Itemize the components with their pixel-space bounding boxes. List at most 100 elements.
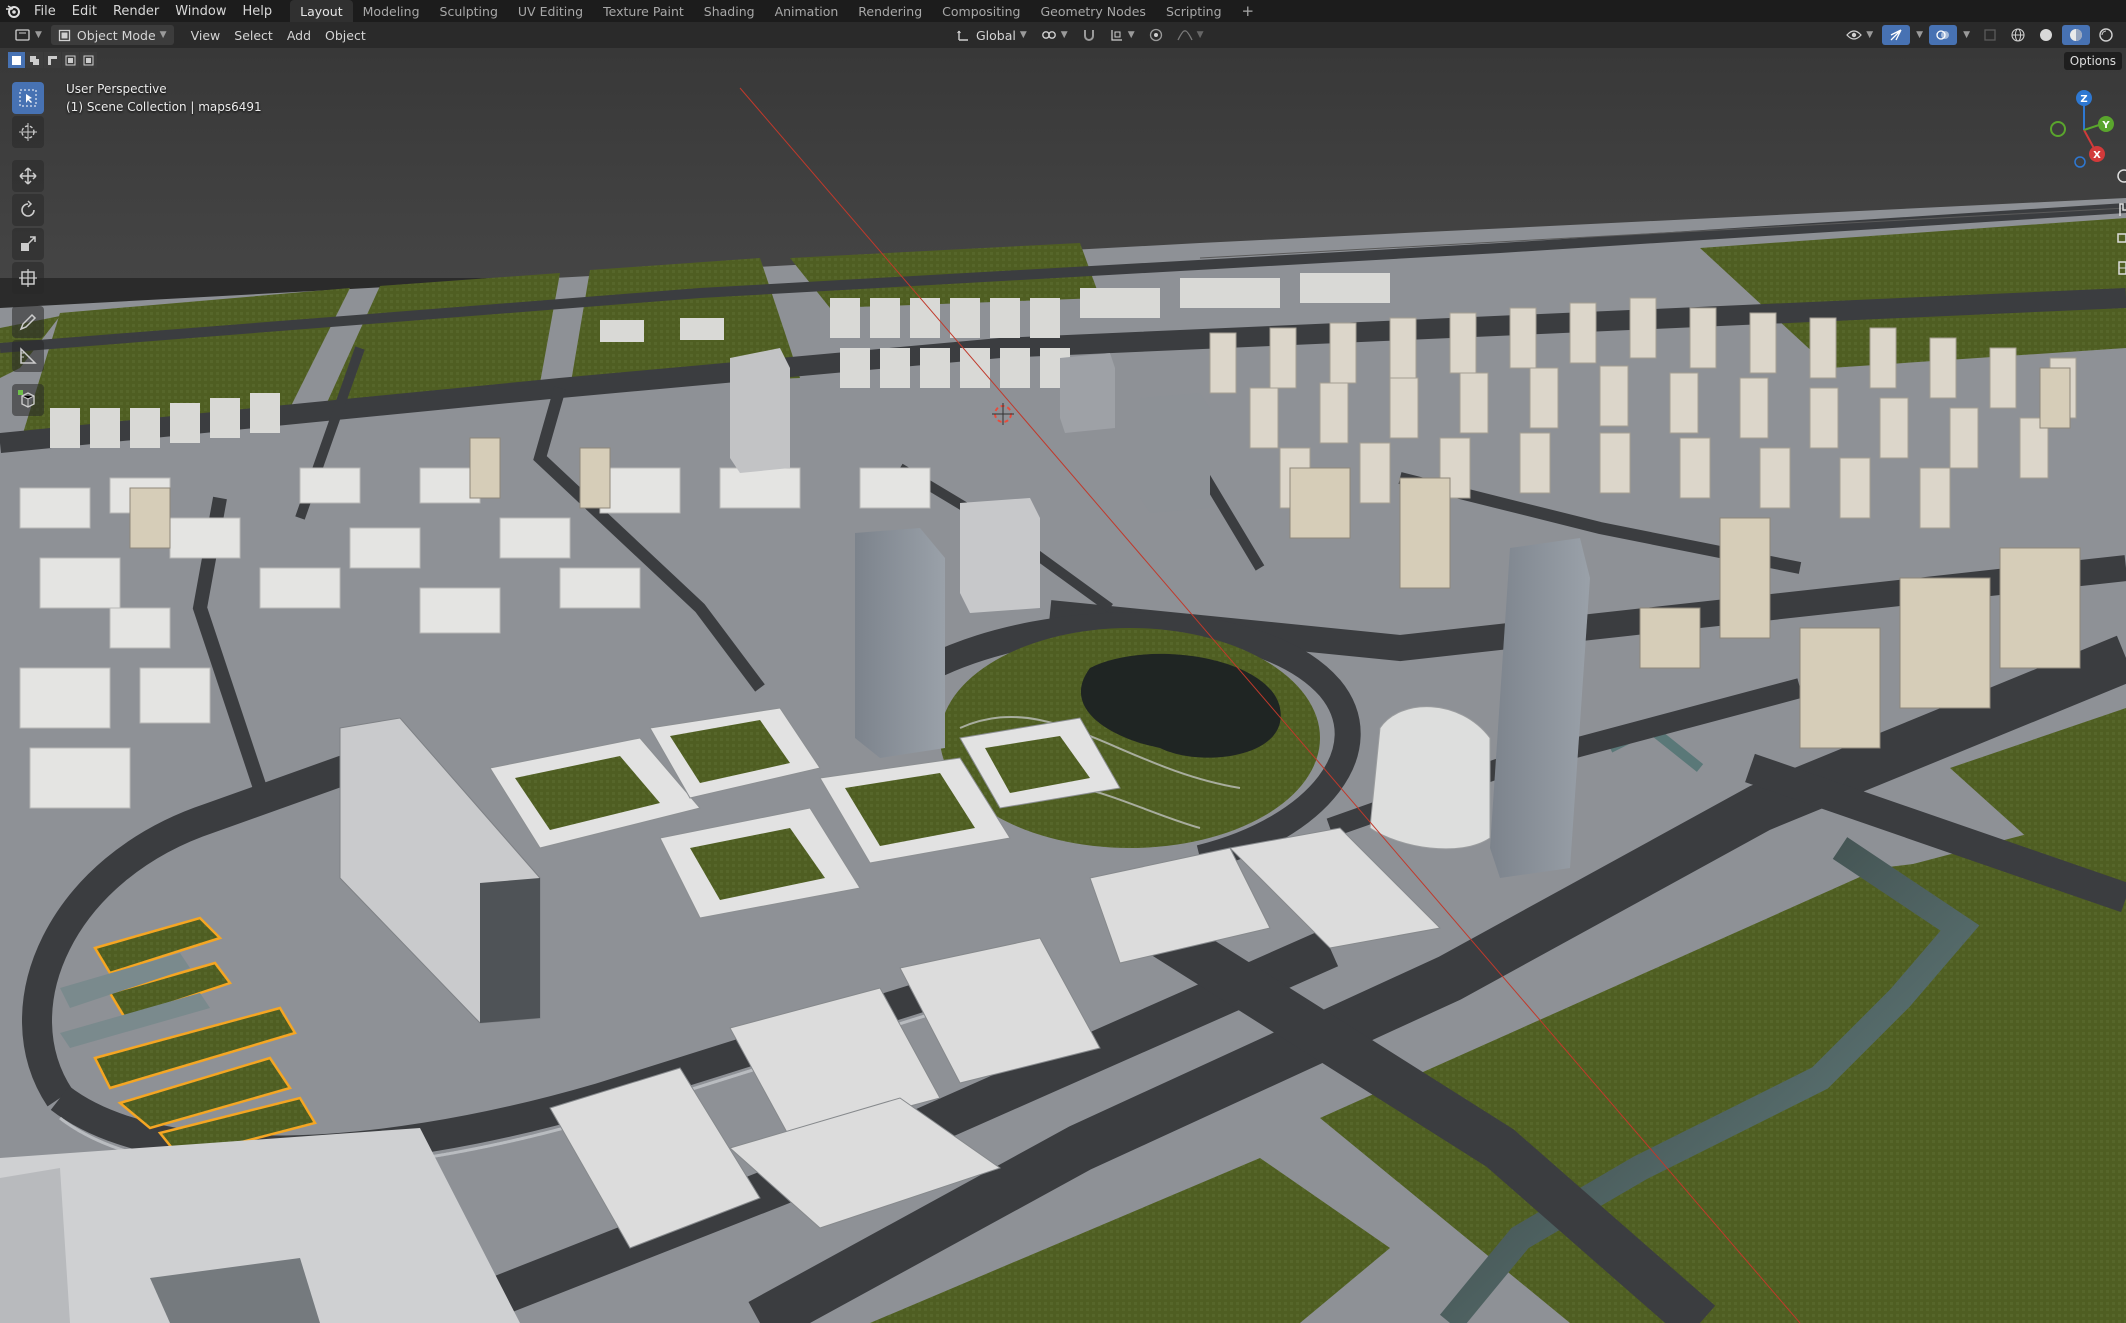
tab-animation[interactable]: Animation	[765, 0, 849, 22]
tab-texture-paint[interactable]: Texture Paint	[593, 0, 694, 22]
tool-rotate[interactable]	[12, 194, 44, 226]
falloff-button[interactable]: ▼	[1170, 25, 1211, 45]
add-workspace-button[interactable]: +	[1232, 0, 1265, 22]
tool-move[interactable]	[12, 160, 44, 192]
options-button[interactable]: Options	[2063, 52, 2122, 70]
overlay-toggle[interactable]	[1929, 25, 1958, 45]
menu-object[interactable]: Object	[318, 25, 373, 45]
tab-sculpting[interactable]: Sculpting	[430, 0, 508, 22]
chevron-down-icon: ▼	[1019, 30, 1027, 40]
proportional-edit-toggle[interactable]	[1142, 25, 1170, 45]
gizmo-x-label: X	[2093, 150, 2101, 161]
mode-label: Object Mode	[76, 27, 156, 43]
magnet-icon	[1083, 30, 1094, 41]
shading-rendered-button[interactable]	[2092, 25, 2120, 45]
transform-orientation-selector[interactable]: Global ▼	[950, 25, 1034, 45]
tab-shading[interactable]: Shading	[694, 0, 765, 22]
menu-edit[interactable]: Edit	[64, 4, 105, 19]
editor-type-icon	[15, 29, 30, 41]
xray-toggle[interactable]	[1976, 25, 2004, 45]
select-subtract-icon	[48, 55, 57, 65]
snap-toggle[interactable]	[1075, 25, 1103, 45]
link-icon	[1041, 31, 1056, 39]
viewport-nav-controls	[2114, 168, 2126, 278]
tab-uv-editing[interactable]: UV Editing	[508, 0, 593, 22]
wireframe-sphere-icon	[2011, 28, 2025, 42]
transform-icon	[19, 269, 37, 287]
city-scene[interactable]	[0, 48, 2126, 1323]
solid-sphere-icon	[2040, 29, 2052, 41]
select-subtract-button[interactable]	[44, 52, 61, 68]
tab-compositing[interactable]: Compositing	[932, 0, 1030, 22]
chevron-down-icon: ▼	[1196, 30, 1204, 40]
navigation-gizmo[interactable]: Z X Y	[2036, 82, 2116, 172]
pivot-point-button[interactable]: ▼	[1034, 25, 1075, 45]
snap-grid-icon	[1111, 30, 1122, 41]
selection-mode-buttons	[8, 52, 97, 68]
tab-geometry-nodes[interactable]: Geometry Nodes	[1031, 0, 1156, 22]
tool-add-cube[interactable]	[12, 384, 44, 416]
select-invert-icon	[65, 55, 76, 65]
editor-type-button[interactable]: ▼	[8, 25, 49, 45]
tool-annotate[interactable]	[12, 306, 44, 338]
material-sphere-icon	[2070, 29, 2082, 41]
pencil-icon	[19, 313, 37, 331]
workspace-tabs: Layout Modeling Sculpting UV Editing Tex…	[290, 0, 1264, 22]
menu-window[interactable]: Window	[167, 4, 234, 19]
plaza-building	[0, 1168, 70, 1323]
chevron-down-icon: ▼	[1060, 30, 1068, 40]
tool-select-box[interactable]	[12, 82, 44, 114]
tower	[1060, 353, 1115, 433]
blender-logo-icon[interactable]	[0, 0, 26, 22]
chevron-down-icon: ▼	[1866, 30, 1874, 40]
perspective-label: User Perspective	[66, 82, 167, 96]
tool-scale[interactable]	[12, 228, 44, 260]
menu-view[interactable]: View	[184, 25, 228, 45]
ruler-icon	[20, 347, 37, 364]
chevron-down-icon: ▼	[159, 30, 167, 40]
select-intersect-icon	[83, 55, 94, 65]
curved-building	[1369, 706, 1491, 850]
tool-measure[interactable]	[12, 340, 44, 372]
gizmo-neg-y-axis[interactable]	[2050, 121, 2066, 137]
chevron-down-icon[interactable]: ▼	[1916, 30, 1923, 40]
3d-viewport[interactable]: User Perspective (1) Scene Collection | …	[0, 48, 2126, 1323]
tab-layout[interactable]: Layout	[290, 0, 353, 22]
visibility-button[interactable]: ▼	[1839, 25, 1880, 45]
tool-transform[interactable]	[12, 262, 44, 294]
tool-cursor[interactable]	[12, 116, 44, 148]
add-cube-icon	[18, 390, 35, 408]
falloff-curve-icon	[1177, 30, 1193, 41]
select-invert-button[interactable]	[62, 52, 79, 68]
tab-modeling[interactable]: Modeling	[353, 0, 430, 22]
menu-add[interactable]: Add	[280, 25, 318, 45]
chevron-down-icon[interactable]: ▼	[1963, 30, 1970, 40]
menu-render[interactable]: Render	[105, 4, 167, 19]
menu-help[interactable]: Help	[235, 4, 281, 19]
select-extend-button[interactable]	[26, 52, 43, 68]
gizmo-toggle[interactable]	[1882, 25, 1911, 45]
camera-icon[interactable]	[2114, 228, 2126, 248]
shading-material-button[interactable]	[2062, 25, 2090, 45]
menu-select[interactable]: Select	[227, 25, 280, 45]
chevron-down-icon: ▼	[1127, 30, 1135, 40]
proportional-edit-icon	[1149, 28, 1162, 42]
zoom-icon[interactable]	[2114, 168, 2126, 188]
select-new-button[interactable]	[8, 52, 25, 68]
menu-file[interactable]: File	[26, 4, 64, 19]
object-mode-icon	[58, 29, 71, 41]
glass-skyscraper	[855, 528, 945, 758]
shading-wireframe-button[interactable]	[2004, 25, 2032, 45]
tower	[960, 498, 1040, 613]
gizmo-neg-z-axis[interactable]	[2074, 156, 2086, 168]
chevron-down-icon: ▼	[35, 30, 42, 40]
tab-scripting[interactable]: Scripting	[1156, 0, 1232, 22]
slab-building-side	[480, 878, 540, 1023]
snap-target-button[interactable]: ▼	[1103, 25, 1142, 45]
shading-solid-button[interactable]	[2032, 25, 2060, 45]
hand-pan-icon[interactable]	[2114, 198, 2126, 218]
select-intersect-button[interactable]	[80, 52, 97, 68]
mode-selector[interactable]: Object Mode ▼	[50, 25, 174, 45]
grid-icon[interactable]	[2114, 258, 2126, 278]
tab-rendering[interactable]: Rendering	[848, 0, 932, 22]
